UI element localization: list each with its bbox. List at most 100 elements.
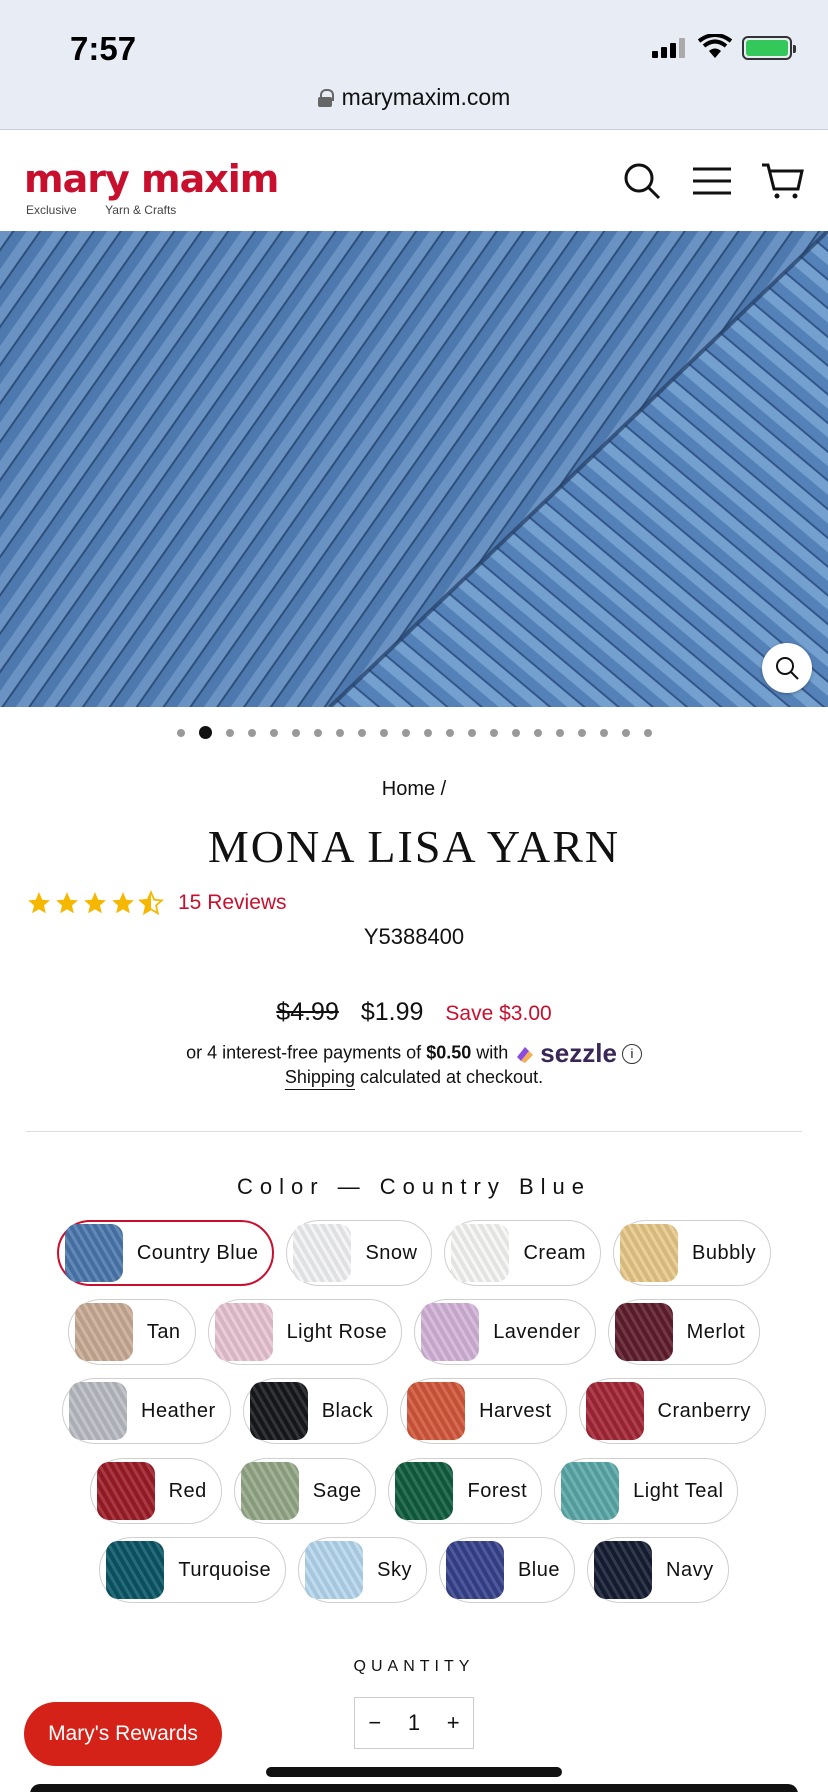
color-swatch[interactable]: Sky xyxy=(298,1537,427,1603)
info-icon[interactable]: i xyxy=(621,1043,642,1064)
swatch-chip xyxy=(305,1541,364,1599)
swatch-row: Red Sage Forest Light Teal xyxy=(0,1458,828,1524)
color-swatch[interactable]: Light Teal xyxy=(554,1458,739,1524)
installments-with: with xyxy=(476,1042,509,1063)
swatch-row: Turquoise Sky Blue Navy xyxy=(0,1537,828,1603)
color-swatch[interactable]: Sage xyxy=(233,1458,377,1524)
carousel-dot[interactable] xyxy=(423,728,432,737)
cart-icon[interactable] xyxy=(760,159,804,203)
swatch-label: Blue xyxy=(517,1558,560,1581)
swatch-label: Tan xyxy=(146,1320,181,1343)
color-swatch[interactable]: Bubbly xyxy=(613,1220,772,1286)
menu-icon[interactable] xyxy=(690,159,734,203)
color-swatch[interactable]: Black xyxy=(242,1378,389,1444)
half-star-icon xyxy=(138,890,164,916)
quantity-value[interactable]: 1 xyxy=(408,1710,420,1736)
add-to-cart-bar[interactable] xyxy=(30,1784,798,1792)
carousel-dot[interactable] xyxy=(555,728,564,737)
swatch-chip xyxy=(585,1382,644,1440)
installments-prefix: or 4 interest-free payments of xyxy=(186,1042,422,1063)
logo-tagline: Exclusive Yarn & Crafts xyxy=(26,203,176,217)
swatch-label: Sky xyxy=(377,1558,412,1581)
color-swatch[interactable]: Lavender xyxy=(414,1299,596,1365)
reviews-link[interactable]: 15 Reviews xyxy=(178,891,287,915)
product-image[interactable] xyxy=(0,231,828,707)
quantity-decrease-button[interactable]: − xyxy=(368,1710,381,1736)
carousel-dot[interactable] xyxy=(467,728,476,737)
browser-chrome: 7:57 marymaxim.com xyxy=(0,0,828,130)
color-swatch[interactable]: Country Blue xyxy=(56,1220,275,1286)
color-swatch[interactable]: Tan xyxy=(67,1299,196,1365)
quantity-increase-button[interactable]: + xyxy=(447,1710,460,1736)
swatch-chip xyxy=(407,1382,466,1440)
color-swatch[interactable]: Red xyxy=(89,1458,222,1524)
color-swatch[interactable]: Navy xyxy=(587,1537,729,1603)
carousel-dot[interactable] xyxy=(176,728,185,737)
shipping-link[interactable]: Shipping xyxy=(285,1067,355,1087)
carousel-dot[interactable] xyxy=(599,728,608,737)
installment-amount: $0.50 xyxy=(426,1042,472,1063)
color-swatch[interactable]: Light Rose xyxy=(207,1299,403,1365)
swatch-label: Lavender xyxy=(493,1320,581,1343)
rating[interactable]: 15 Reviews xyxy=(26,890,287,916)
shipping-note: Shipping calculated at checkout. xyxy=(0,1067,828,1088)
zoom-button[interactable] xyxy=(762,643,812,693)
carousel-dot[interactable] xyxy=(621,728,630,737)
color-swatch[interactable]: Blue xyxy=(438,1537,575,1603)
swatch-label: Light Rose xyxy=(286,1320,388,1343)
shipping-suffix: calculated at checkout. xyxy=(359,1067,544,1087)
swatch-chip xyxy=(96,1462,155,1520)
carousel-dot[interactable] xyxy=(313,728,322,737)
logo[interactable]: mary maxim Exclusive Yarn & Crafts xyxy=(24,157,279,217)
swatch-chip xyxy=(445,1541,504,1599)
carousel-dots xyxy=(0,726,828,739)
color-swatch[interactable]: Heather xyxy=(62,1378,231,1444)
carousel-dot[interactable] xyxy=(357,728,366,737)
color-swatch[interactable]: Merlot xyxy=(607,1299,761,1365)
carousel-dot[interactable] xyxy=(489,728,498,737)
color-swatch[interactable]: Cream xyxy=(444,1220,601,1286)
cellular-signal-icon xyxy=(652,38,685,58)
color-swatch[interactable]: Turquoise xyxy=(99,1537,287,1603)
carousel-dot[interactable] xyxy=(533,728,542,737)
carousel-dot[interactable] xyxy=(577,728,586,737)
carousel-dot[interactable] xyxy=(511,728,520,737)
swatch-label: Cranberry xyxy=(657,1399,751,1422)
swatch-chip xyxy=(293,1224,352,1282)
swatch-row: Heather Black Harvest Cranberry xyxy=(0,1378,828,1444)
color-swatch[interactable]: Cranberry xyxy=(578,1378,766,1444)
breadcrumb[interactable]: Home / xyxy=(0,778,828,801)
carousel-dot[interactable] xyxy=(335,728,344,737)
carousel-dot[interactable] xyxy=(445,728,454,737)
carousel-dot[interactable] xyxy=(401,728,410,737)
carousel-dot[interactable] xyxy=(198,726,212,739)
swatch-label: Navy xyxy=(666,1558,714,1581)
site-header: mary maxim Exclusive Yarn & Crafts xyxy=(0,131,828,231)
swatch-label: Country Blue xyxy=(136,1241,259,1264)
carousel-dot[interactable] xyxy=(291,728,300,737)
color-swatch[interactable]: Snow xyxy=(286,1220,433,1286)
swatch-chip xyxy=(561,1462,620,1520)
home-indicator xyxy=(266,1767,562,1777)
swatch-chip xyxy=(620,1224,678,1282)
carousel-dot[interactable] xyxy=(225,728,234,737)
color-swatch[interactable]: Harvest xyxy=(400,1378,567,1444)
product-title: MONA LISA YARN xyxy=(207,821,621,872)
address-bar[interactable]: marymaxim.com xyxy=(0,84,828,111)
swatch-row: Tan Light Rose Lavender Merlot xyxy=(0,1299,828,1365)
carousel-dot[interactable] xyxy=(247,728,256,737)
swatch-chip xyxy=(106,1541,165,1599)
url-text: marymaxim.com xyxy=(341,84,511,110)
carousel-dot[interactable] xyxy=(379,728,388,737)
original-price: $4.99 xyxy=(276,998,339,1026)
swatch-chip xyxy=(69,1382,128,1440)
swatch-chip xyxy=(249,1382,308,1440)
swatch-chip xyxy=(421,1303,480,1361)
lock-icon xyxy=(317,88,334,107)
carousel-dot[interactable] xyxy=(643,728,652,737)
carousel-dot[interactable] xyxy=(269,728,278,737)
swatch-label: Black xyxy=(321,1399,374,1422)
rewards-button[interactable]: Mary's Rewards xyxy=(24,1702,222,1766)
search-icon[interactable] xyxy=(620,159,664,203)
color-swatch[interactable]: Forest xyxy=(388,1458,543,1524)
